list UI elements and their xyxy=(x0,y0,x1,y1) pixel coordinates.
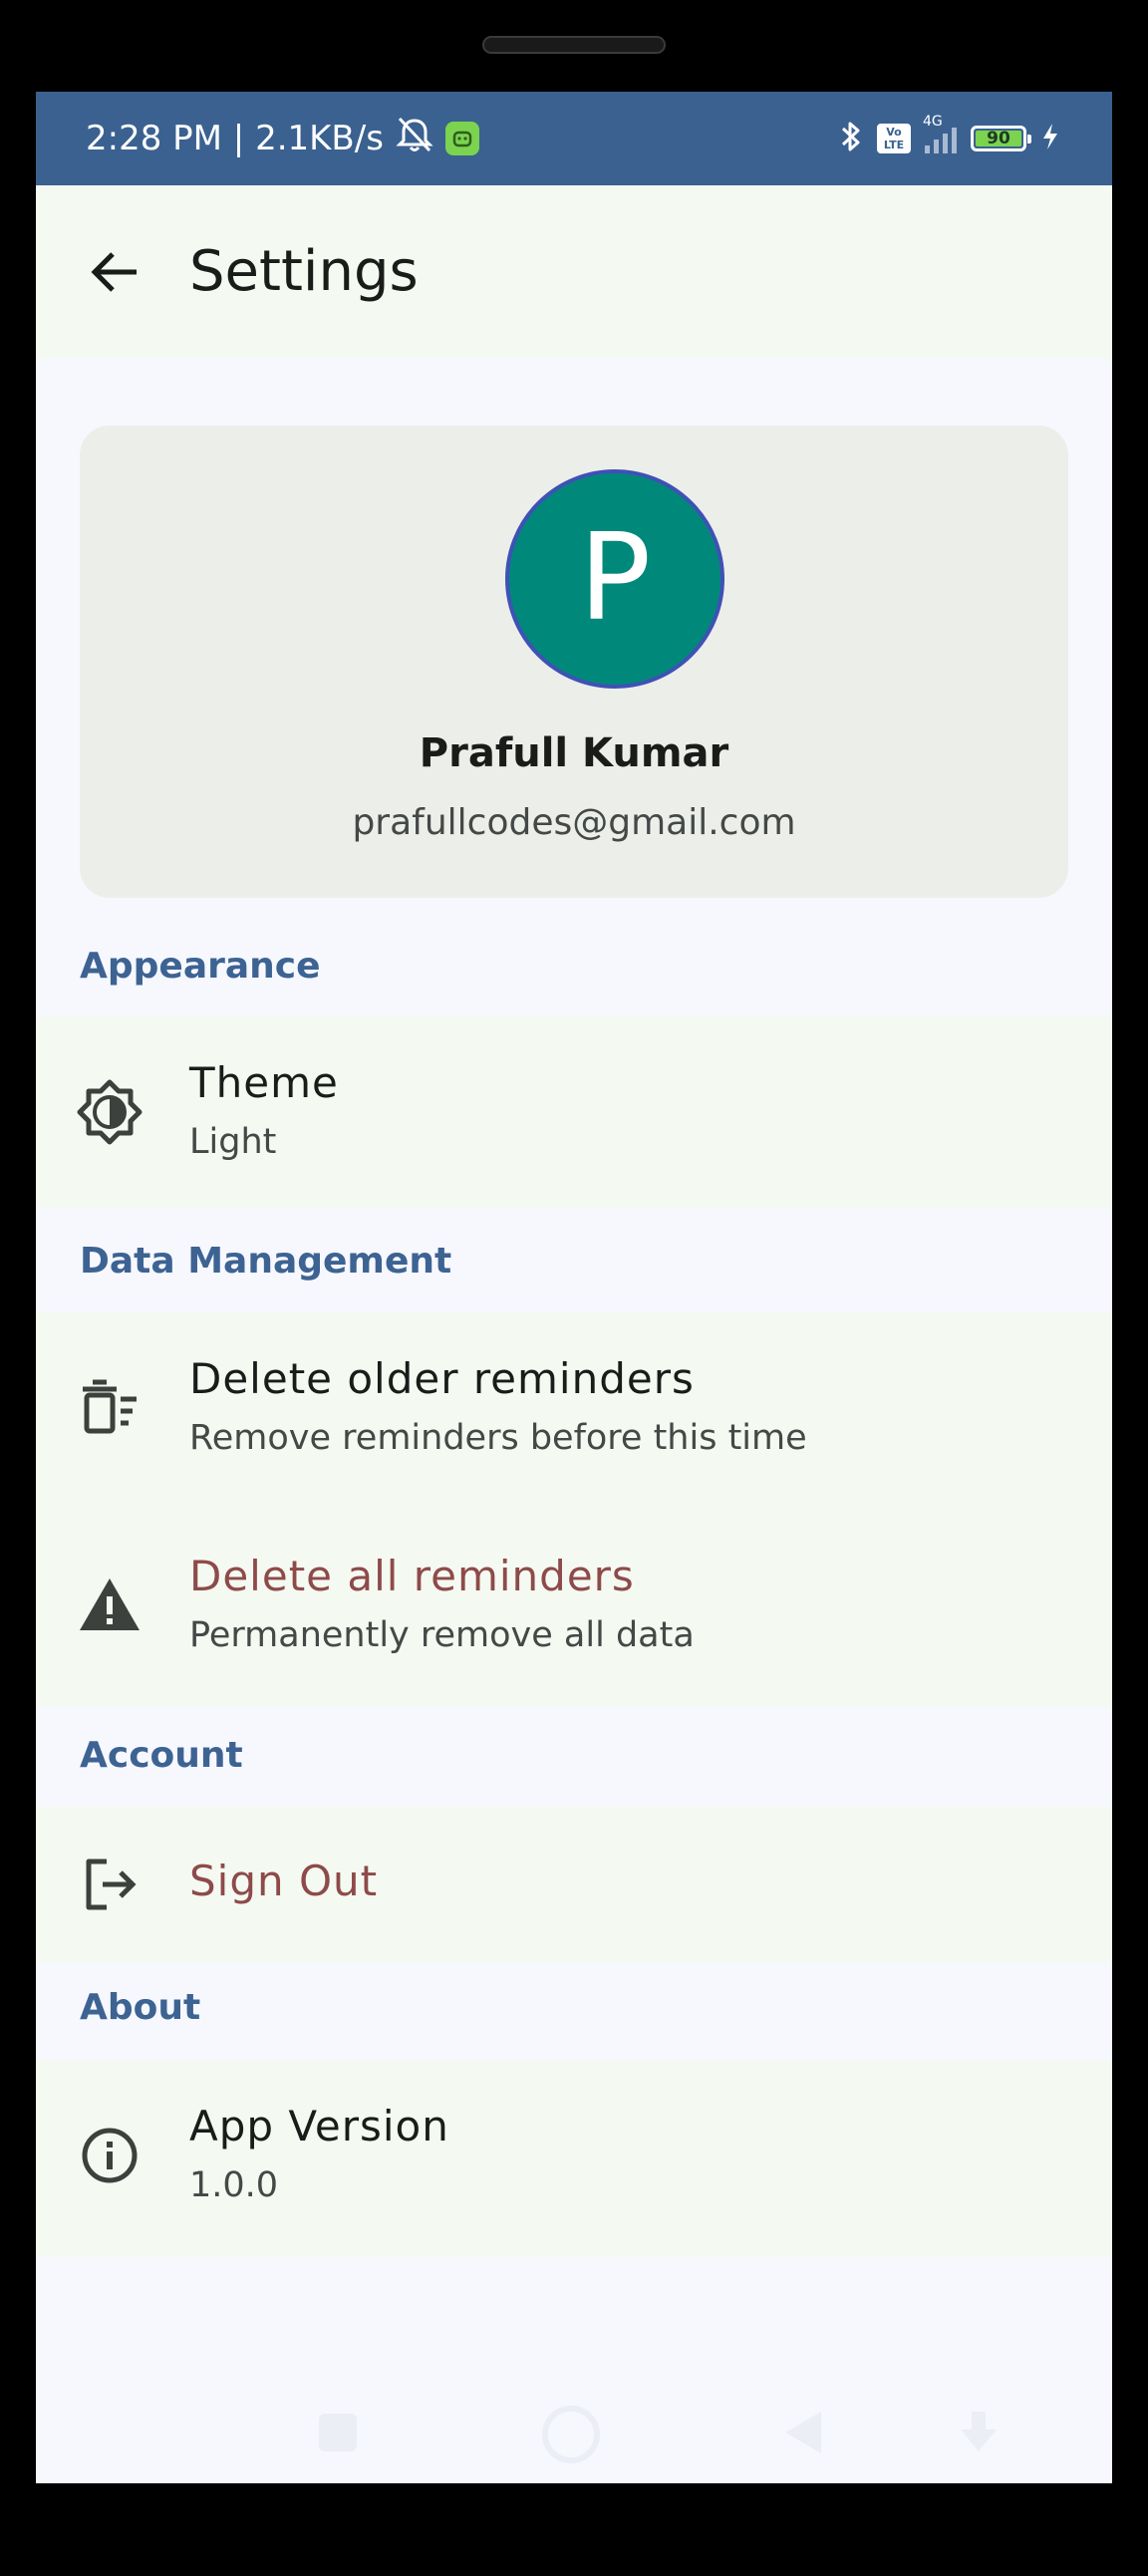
network-type: 4G xyxy=(923,114,943,130)
section-header-about: About xyxy=(80,1987,201,2028)
nav-back-button[interactable] xyxy=(781,2408,825,2461)
volte-badge: Vo LTE xyxy=(877,124,911,153)
status-left: 2:28 PM | 2.1KB/s xyxy=(86,92,479,185)
delete-all-subtitle: Permanently remove all data xyxy=(189,1615,695,1655)
battery-icon: 90 xyxy=(971,126,1031,151)
page-title: Settings xyxy=(189,239,419,304)
app-version-title: App Version xyxy=(189,2102,449,2150)
theme-value: Light xyxy=(189,1122,277,1162)
android-app-icon xyxy=(444,122,479,155)
arrow-left-icon xyxy=(91,252,137,292)
settings-row-app-version[interactable]: App Version 1.0.0 xyxy=(36,2060,1112,2257)
profile-card: P Prafull Kumar prafullcodes@gmail.com xyxy=(80,426,1068,898)
volte-vo: Vo xyxy=(886,126,902,139)
avatar: P xyxy=(505,469,724,689)
status-right: Vo LTE 4G 90 xyxy=(839,92,1060,185)
battery-level: 90 xyxy=(976,131,1021,147)
brightness-icon xyxy=(70,1072,149,1152)
chevron-down-icon xyxy=(961,2412,997,2451)
system-nav-bar xyxy=(36,2384,1112,2483)
volte-lte: LTE xyxy=(883,139,905,151)
bluetooth-icon xyxy=(839,119,863,158)
status-bar: 2:28 PM | 2.1KB/s Vo LTE 4G 90 xyxy=(36,92,1112,185)
nav-hide-button[interactable] xyxy=(957,2408,1001,2461)
screen: 2:28 PM | 2.1KB/s Vo LTE 4G 90 Settings … xyxy=(36,92,1112,2483)
muted-alarm-icon xyxy=(394,115,435,163)
settings-row-sign-out[interactable]: Sign Out xyxy=(36,1807,1112,1962)
delete-sweep-icon xyxy=(70,1368,149,1448)
section-header-appearance: Appearance xyxy=(80,946,321,987)
settings-row-theme[interactable]: Theme Light xyxy=(36,1016,1112,1208)
profile-name: Prafull Kumar xyxy=(419,730,729,776)
logout-icon xyxy=(70,1845,149,1924)
warning-icon xyxy=(70,1566,149,1645)
status-time-speed: 2:28 PM | 2.1KB/s xyxy=(86,119,384,158)
home-button[interactable] xyxy=(542,2406,600,2463)
info-icon xyxy=(70,2116,149,2195)
profile-email: prafullcodes@gmail.com xyxy=(352,802,796,843)
signal-icon: 4G xyxy=(923,114,957,153)
sign-out-title: Sign Out xyxy=(189,1857,379,1905)
section-header-account: Account xyxy=(80,1735,243,1776)
recents-button[interactable] xyxy=(319,2414,357,2451)
delete-older-subtitle: Remove reminders before this time xyxy=(189,1418,807,1458)
settings-row-delete-older[interactable]: Delete older reminders Remove reminders … xyxy=(36,1312,1112,1510)
section-header-data-management: Data Management xyxy=(80,1241,452,1282)
app-version-value: 1.0.0 xyxy=(189,2165,279,2205)
delete-all-title: Delete all reminders xyxy=(189,1552,635,1600)
triangle-back-icon xyxy=(785,2412,821,2453)
app-bar: Settings xyxy=(36,185,1112,359)
back-button[interactable] xyxy=(70,227,159,317)
delete-older-title: Delete older reminders xyxy=(189,1354,695,1403)
theme-title: Theme xyxy=(189,1058,339,1107)
phone-frame: 2:28 PM | 2.1KB/s Vo LTE 4G 90 Settings … xyxy=(0,0,1148,2576)
settings-row-delete-all[interactable]: Delete all reminders Permanently remove … xyxy=(36,1510,1112,1707)
phone-speaker xyxy=(482,36,666,54)
charging-icon xyxy=(1040,122,1060,155)
